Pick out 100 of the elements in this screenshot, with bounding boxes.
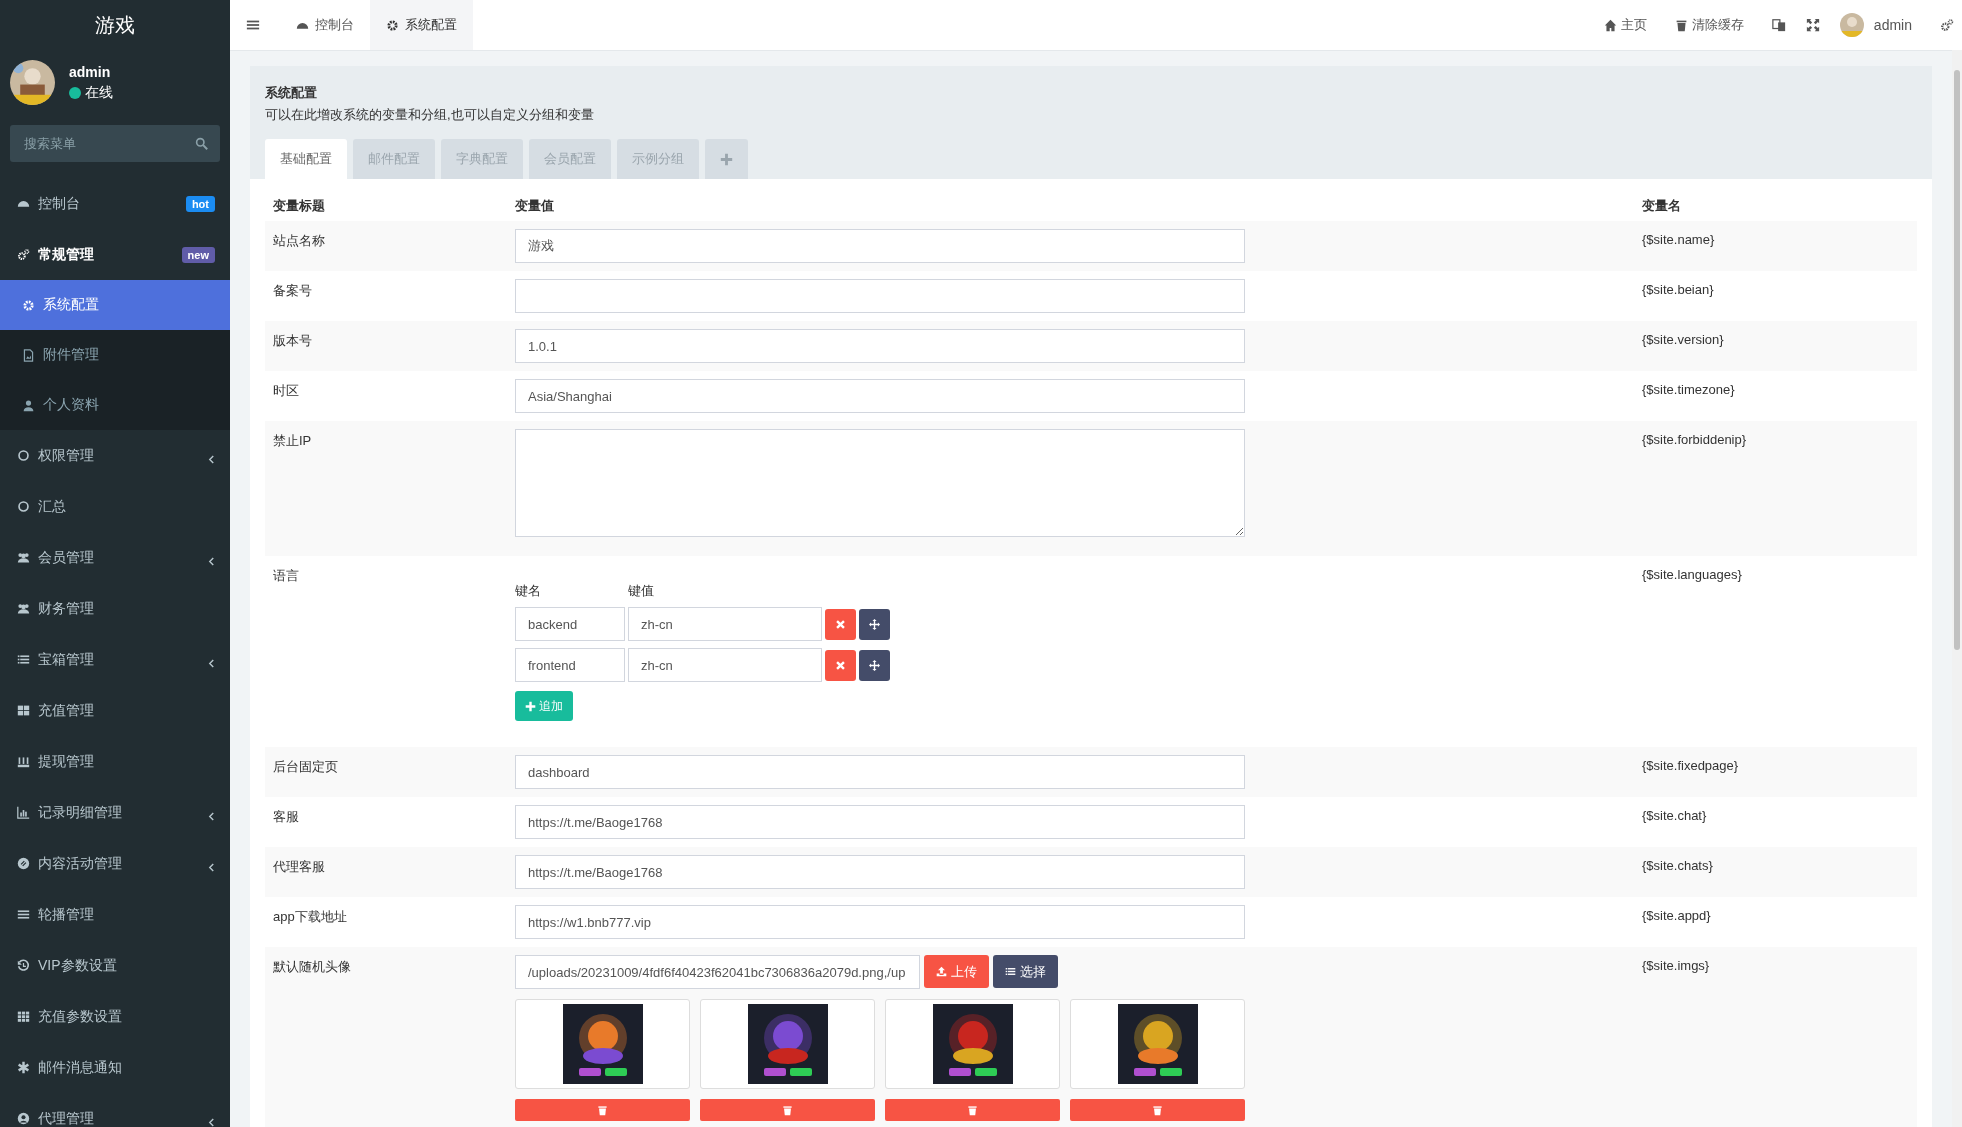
menu-item[interactable]: 常规管理 new <box>0 229 230 280</box>
menu-label: 汇总 <box>38 497 67 516</box>
link-label: 清除缓存 <box>1691 16 1744 34</box>
submenu-item[interactable]: 系统配置 <box>0 280 230 330</box>
variable-name: {$site.beian} <box>1642 281 1715 299</box>
menu-item[interactable]: 邮件消息通知 <box>0 1042 230 1093</box>
variable-name: {$site.version} <box>1642 331 1725 349</box>
config-tab[interactable]: 基础配置 <box>265 139 347 179</box>
nav-tab[interactable]: 系统配置 <box>370 0 473 50</box>
menu-label: 控制台 <box>38 194 81 213</box>
input-field[interactable]: dashboard <box>515 755 1245 789</box>
input-field[interactable]: Asia/Shanghai <box>515 379 1245 413</box>
top-link[interactable]: 清除缓存 <box>1674 16 1744 34</box>
variable-title: 时区 <box>272 382 300 400</box>
menu-item[interactable]: 权限管理 <box>0 430 230 481</box>
menu-label: 轮播管理 <box>38 905 95 924</box>
value-field[interactable]: zh-cn <box>628 648 822 682</box>
menu-item[interactable]: 会员管理 <box>0 532 230 583</box>
tab-label: 系统配置 <box>405 16 457 34</box>
status-text: 在线 <box>85 83 113 102</box>
scrollbar[interactable] <box>1952 50 1962 1127</box>
variable-name: {$site.timezone} <box>1642 381 1736 399</box>
input-field[interactable]: https://t.me/Baoge1768 <box>515 805 1245 839</box>
menu-item[interactable]: 宝箱管理 <box>0 634 230 685</box>
menu-item[interactable]: 记录明细管理 <box>0 787 230 838</box>
variable-name: {$site.chat} <box>1642 807 1708 825</box>
search-field[interactable]: 搜索菜单 <box>10 125 220 162</box>
list-icon <box>1005 966 1016 977</box>
menu-label: 宝箱管理 <box>38 650 95 669</box>
input-field[interactable]: https://t.me/Baoge1768 <box>515 855 1245 889</box>
fullscreen-icon[interactable] <box>1805 18 1820 32</box>
variable-name: {$site.chats} <box>1642 857 1714 875</box>
menu-label: 代理管理 <box>38 1109 95 1127</box>
menu-item[interactable]: 代理管理 <box>0 1093 230 1127</box>
value-label: 键值 <box>628 582 654 600</box>
tab-label: 控制台 <box>315 16 354 34</box>
variable-title: 禁止IP <box>272 432 313 450</box>
circle-icon <box>17 500 30 513</box>
key-field[interactable]: frontend <box>515 648 625 682</box>
menu-item[interactable]: 充值参数设置 <box>0 991 230 1042</box>
submenu-item[interactable]: 附件管理 <box>0 330 230 380</box>
submenu-item[interactable]: 个人资料 <box>0 380 230 430</box>
gears-icon[interactable] <box>1940 18 1954 32</box>
menu-icon[interactable] <box>246 18 260 32</box>
menu-item[interactable]: 汇总 <box>0 481 230 532</box>
user-name[interactable]: admin <box>1873 17 1912 33</box>
variable-title: 备案号 <box>272 282 313 300</box>
column-header: 变量名 <box>1642 197 1682 215</box>
menu-label: 权限管理 <box>38 446 95 465</box>
trash-icon <box>782 1104 793 1116</box>
asterisk-icon <box>17 1061 30 1074</box>
nav-tab[interactable]: 控制台 <box>280 0 370 50</box>
variable-name: {$site.imgs} <box>1642 957 1711 975</box>
menu-label: 内容活动管理 <box>38 854 123 873</box>
menu-item[interactable]: 充值管理 <box>0 685 230 736</box>
page-description: 可以在此增改系统的变量和分组,也可以自定义分组和变量 <box>265 106 595 124</box>
input-field[interactable]: 游戏 <box>515 229 1245 263</box>
grid-icon <box>17 704 30 717</box>
translate-icon[interactable] <box>1771 18 1786 32</box>
input-field[interactable]: 1.0.1 <box>515 329 1245 363</box>
add-tab-button[interactable] <box>705 139 748 179</box>
drag-button[interactable] <box>859 608 890 640</box>
user-icon <box>22 398 35 412</box>
menu-label: 记录明细管理 <box>38 803 123 822</box>
link-circle-icon <box>17 857 30 870</box>
lines-icon <box>17 908 30 921</box>
menu-label: VIP参数设置 <box>38 956 118 975</box>
close-icon <box>835 618 846 630</box>
trash-icon <box>967 1104 978 1116</box>
home-icon <box>1603 18 1617 32</box>
circle-icon <box>17 449 30 462</box>
value-field[interactable]: zh-cn <box>628 607 822 641</box>
menu-item[interactable]: 轮播管理 <box>0 889 230 940</box>
variable-title: 站点名称 <box>272 232 326 250</box>
trash-icon <box>597 1104 608 1116</box>
menu-item[interactable]: 提现管理 <box>0 736 230 787</box>
menu-item[interactable]: 内容活动管理 <box>0 838 230 889</box>
submenu-label: 附件管理 <box>43 346 99 364</box>
bar-chart-icon <box>17 806 30 819</box>
history-icon <box>17 959 30 972</box>
input-field[interactable]: https://w1.bnb777.vip <box>515 905 1245 939</box>
menu-label: 充值管理 <box>38 701 95 720</box>
submenu-label: 系统配置 <box>43 296 99 314</box>
menu-item[interactable]: VIP参数设置 <box>0 940 230 991</box>
move-icon <box>869 659 880 671</box>
input-field[interactable] <box>515 279 1245 313</box>
plus-icon <box>525 700 536 712</box>
key-field[interactable]: backend <box>515 607 625 641</box>
variable-title: 后台固定页 <box>272 758 339 776</box>
gear-icon <box>386 18 399 32</box>
trash-icon <box>1152 1104 1163 1116</box>
menu-item[interactable]: 财务管理 <box>0 583 230 634</box>
input-field[interactable]: /uploads/20231009/4fdf6f40423f62041bc7306836a2079d.png,/up <box>515 955 920 989</box>
select-button[interactable]: 选择 <box>993 955 1058 988</box>
top-link[interactable]: 主页 <box>1603 16 1647 34</box>
drag-button[interactable] <box>859 649 890 681</box>
list-icon <box>17 653 30 666</box>
menu-item[interactable]: 控制台 hot <box>0 178 230 229</box>
search-icon[interactable] <box>195 137 208 150</box>
gear-icon <box>22 298 35 312</box>
